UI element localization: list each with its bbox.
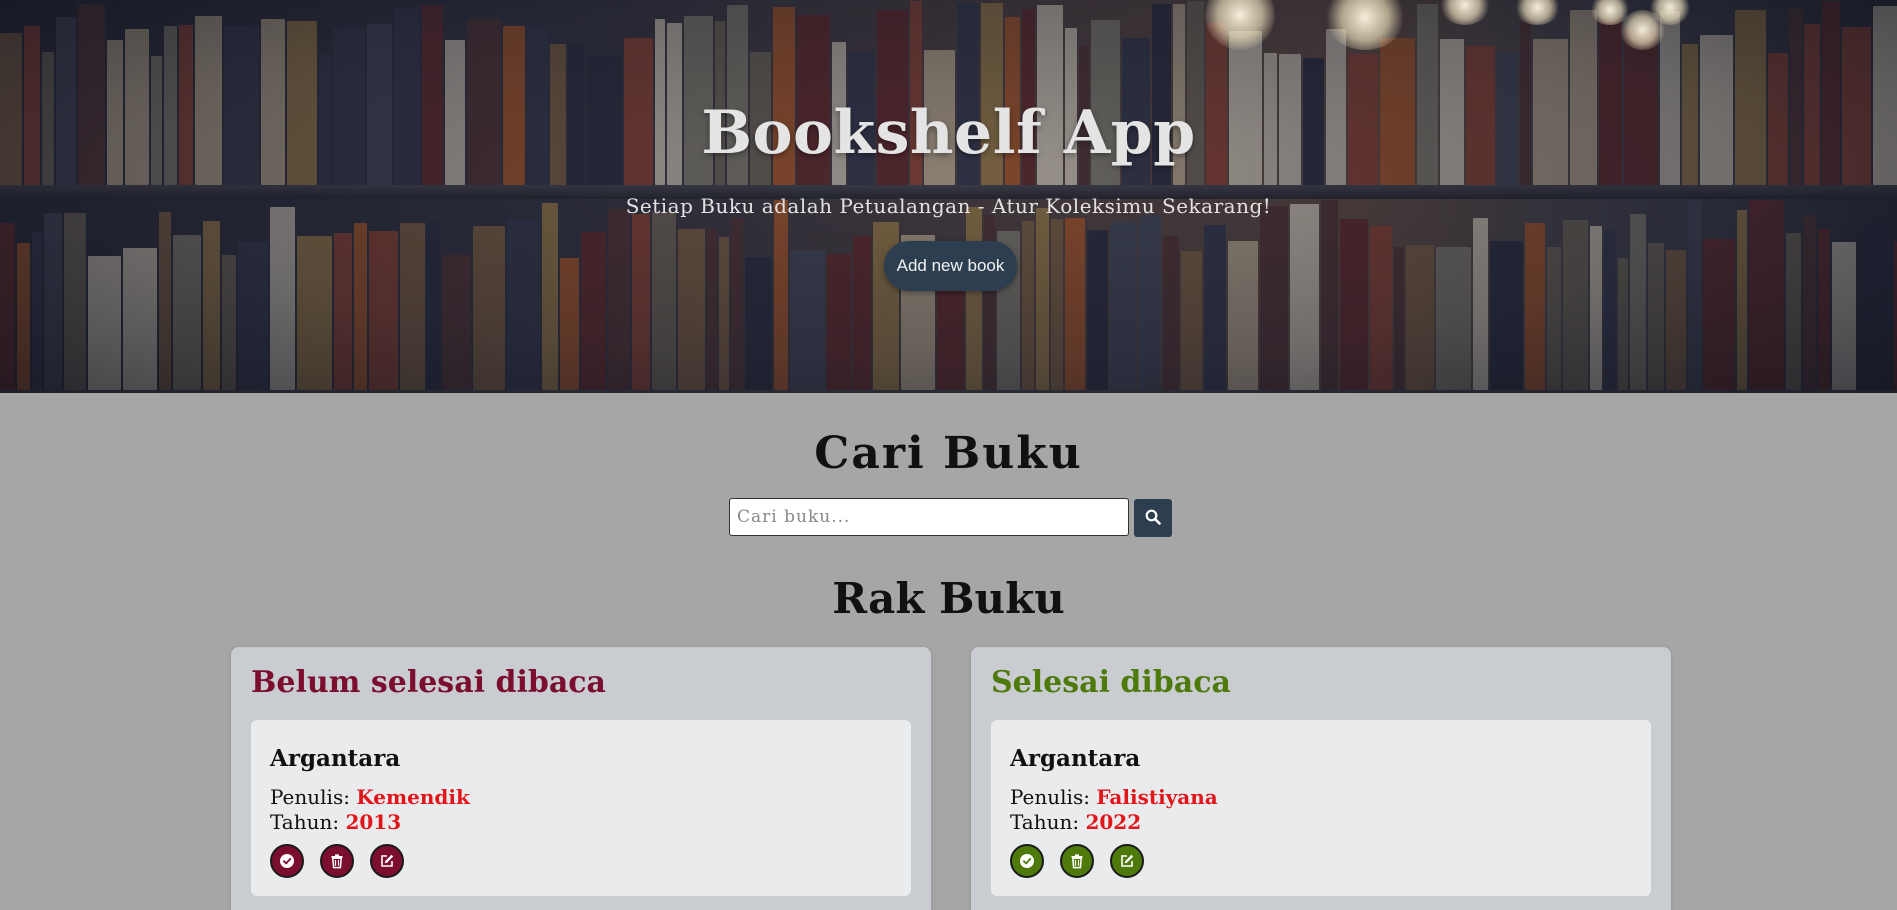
hero-banner: Bookshelf App Setiap Buku adalah Petuala… [0, 0, 1897, 393]
check-circle-icon [279, 853, 295, 869]
unfinished-shelf-title: Belum selesai dibaca [251, 665, 606, 700]
year-value: 2022 [1085, 810, 1142, 834]
trash-icon [1069, 853, 1085, 869]
unfinished-shelf: Belum selesai dibaca Argantara Penulis: … [231, 647, 931, 910]
year-label: Tahun: [270, 810, 340, 834]
author-value: Kemendik [356, 785, 470, 809]
finished-shelf: Selesai dibaca Argantara Penulis: Falist… [971, 647, 1671, 910]
edit-book-button[interactable] [1110, 844, 1144, 878]
mark-unfinished-button[interactable] [1010, 844, 1044, 878]
check-circle-icon [1019, 853, 1035, 869]
search-section-title: Cari Buku [814, 428, 1083, 479]
book-actions [1010, 844, 1144, 878]
book-author: Penulis: Falistiyana [1010, 785, 1218, 809]
edit-book-button[interactable] [370, 844, 404, 878]
book-author: Penulis: Kemendik [270, 785, 470, 809]
trash-icon [329, 853, 345, 869]
add-new-book-button[interactable]: Add new book [884, 241, 1017, 291]
author-label: Penulis: [270, 785, 350, 809]
delete-book-button[interactable] [1060, 844, 1094, 878]
bookshelf-title: Rak Buku [832, 574, 1065, 623]
delete-book-button[interactable] [320, 844, 354, 878]
book-actions [270, 844, 404, 878]
search-icon [1145, 509, 1161, 528]
edit-icon [1119, 853, 1135, 869]
mark-finished-button[interactable] [270, 844, 304, 878]
book-title: Argantara [270, 745, 401, 772]
edit-icon [379, 853, 395, 869]
app-title: Bookshelf App [701, 98, 1196, 168]
search-input[interactable] [729, 498, 1129, 536]
book-item: Argantara Penulis: Kemendik Tahun: 2013 [251, 720, 911, 896]
year-label: Tahun: [1010, 810, 1080, 834]
search-button[interactable] [1134, 499, 1172, 537]
book-title: Argantara [1010, 745, 1141, 772]
app-subtitle: Setiap Buku adalah Petualangan - Atur Ko… [625, 194, 1272, 218]
author-label: Penulis: [1010, 785, 1090, 809]
book-year: Tahun: 2013 [270, 810, 401, 834]
year-value: 2013 [345, 810, 402, 834]
finished-shelf-title: Selesai dibaca [991, 665, 1231, 700]
book-item: Argantara Penulis: Falistiyana Tahun: 20… [991, 720, 1651, 896]
author-value: Falistiyana [1096, 785, 1218, 809]
book-year: Tahun: 2022 [1010, 810, 1141, 834]
